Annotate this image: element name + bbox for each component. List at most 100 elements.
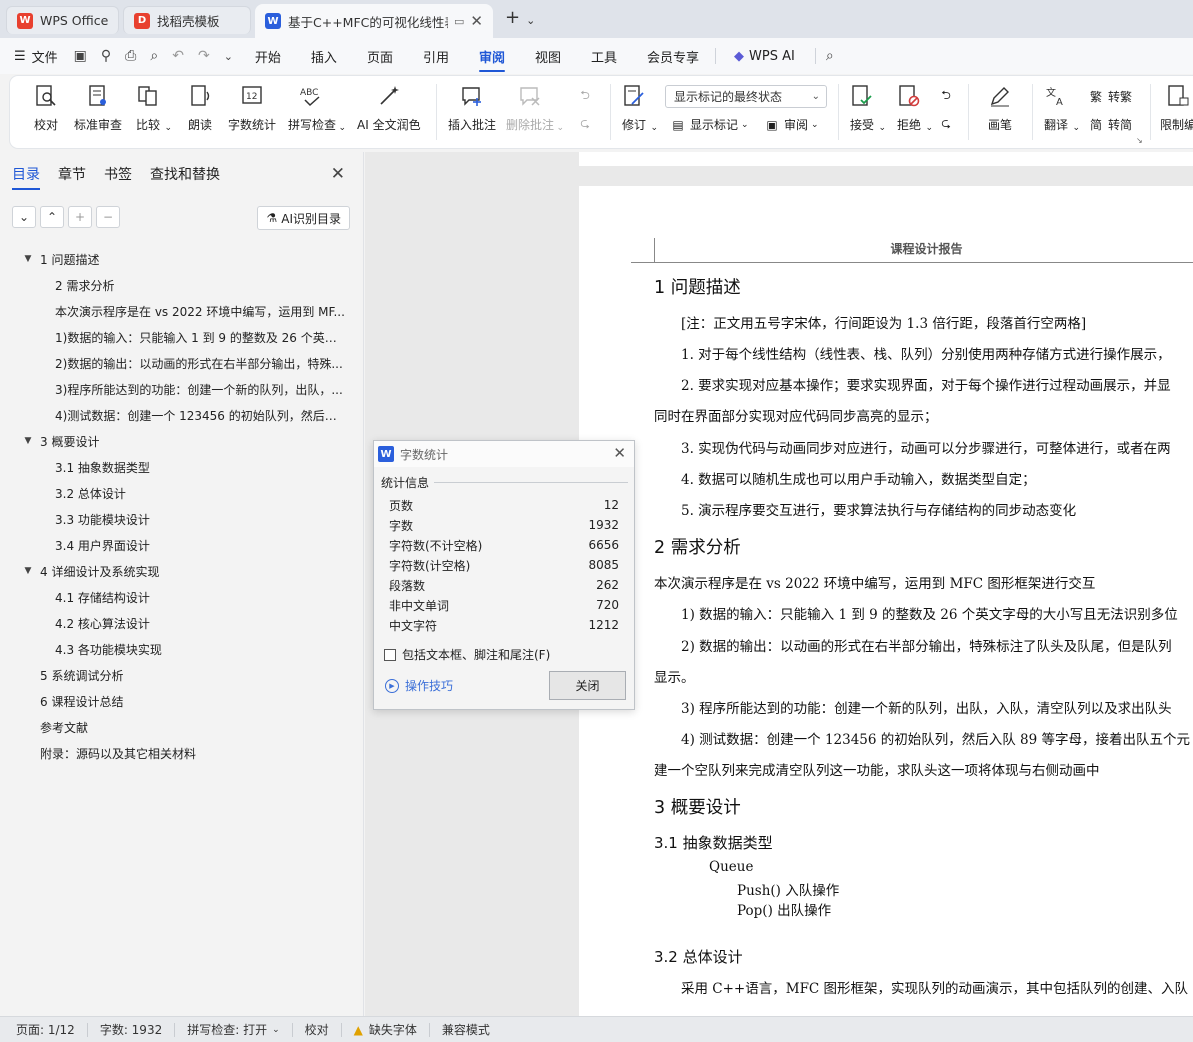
close-button[interactable]: 关闭 [549, 671, 626, 700]
dialog-titlebar[interactable]: W 字数统计 ✕ [374, 441, 634, 467]
print-preview-icon[interactable]: ⌕ [150, 48, 158, 64]
doc-line: 2. 要求实现对应基本操作；要求实现界面，对于每个操作进行过程动画展示，并显 [681, 378, 1171, 394]
toc-item[interactable]: ▼ 4 详细设计及系统实现 [0, 558, 364, 584]
ai-toc-button[interactable]: ⚗ AI识别目录 [257, 206, 350, 230]
to-simplified-button[interactable]: 简转简 [1088, 116, 1132, 133]
save-icon[interactable]: ▣ [74, 48, 87, 64]
checkbox-box[interactable] [384, 648, 396, 661]
translate-button[interactable]: 文A 翻译 ⌄ [1042, 82, 1080, 133]
ai-polish-button[interactable]: AI 全文润色 [357, 82, 421, 133]
toc-item[interactable]: 3)程序所能达到的功能：创建一个新的队列，出队，... [0, 376, 364, 402]
close-tab-icon[interactable]: ✕ [464, 12, 483, 30]
chevron-down-icon[interactable]: ⌄ [526, 14, 535, 27]
toc-item[interactable]: 3.2 总体设计 [0, 480, 364, 506]
tab-document[interactable]: W 基于C++MFC的可视化线性表 ▭ ✕ [255, 4, 493, 38]
collapse-triangle-icon[interactable]: ▼ [22, 436, 34, 446]
toc-item[interactable]: 4.1 存储结构设计 [0, 584, 364, 610]
menu-wps-ai[interactable]: ◆ WPS AI [734, 38, 795, 74]
review-pane-button[interactable]: ▣ 审阅 ⌄ [764, 116, 818, 133]
expand-up-button[interactable]: ⌃ [40, 206, 64, 228]
review-ribbon: 校对 标准审查 比较 ⌄ 朗读 12 字数统计 ABC 拼写检查 ⌄ AI 全文润色… [10, 76, 1193, 148]
restrict-edit-button[interactable]: 限制编 [1160, 82, 1193, 133]
include-textbox-checkbox[interactable]: 包括文本框、脚注和尾注(F) [384, 646, 550, 663]
toc-item[interactable]: 3.3 功能模块设计 [0, 506, 364, 532]
toc-item[interactable]: 附录：源码以及其它相关材料 [0, 740, 364, 766]
document-page[interactable]: 课程设计报告 1 问题描述 [注：正文用五号字宋体，行间距设为 1.3 倍行距，段… [579, 186, 1193, 1016]
next-comment-button[interactable]: ⮎ [577, 116, 597, 132]
insert-comment-button[interactable]: 插入批注 [448, 82, 496, 133]
compare-button[interactable]: 比较 ⌄ [134, 82, 172, 133]
prev-change-button[interactable]: ⮌ [938, 88, 958, 104]
pen-button[interactable]: 画笔 [986, 82, 1014, 133]
toc-item[interactable]: 4)测试数据：创建一个 123456 的初始队列，然后入... [0, 402, 364, 428]
status-separator [86, 1022, 88, 1037]
toc-item[interactable]: 参考文献 [0, 714, 364, 740]
word-count-button[interactable]: 12 字数统计 [228, 82, 276, 133]
ribbon-expand-icon[interactable]: ↘ [1136, 136, 1143, 145]
spell-check-button[interactable]: ABC 拼写检查 ⌄ [288, 82, 346, 133]
collapse-triangle-icon[interactable]: ▼ [22, 254, 34, 264]
menu-view[interactable]: 视图 [535, 38, 561, 74]
menu-reference[interactable]: 引用 [423, 38, 449, 74]
proofread-button[interactable]: 校对 [32, 82, 60, 133]
toc-item[interactable]: 5 系统调试分析 [0, 662, 364, 688]
nav-tab-toc[interactable]: 目录 [12, 164, 40, 190]
menu-insert[interactable]: 插入 [311, 38, 337, 74]
collapse-all-button[interactable]: ⌄ [12, 206, 36, 228]
share-icon[interactable]: ⚲ [101, 48, 111, 64]
review-pane-icon: ▣ [766, 117, 778, 132]
menu-review[interactable]: 审阅 [478, 38, 505, 74]
close-icon[interactable]: ✕ [613, 444, 626, 462]
toc-item[interactable]: ▼ 1 问题描述 [0, 246, 364, 272]
toc-item[interactable]: 3.4 用户界面设计 [0, 532, 364, 558]
collapse-triangle-icon[interactable]: ▼ [22, 566, 34, 576]
reject-button[interactable]: 拒绝 ⌄ [895, 82, 933, 133]
menu-file[interactable]: ☰ 文件 [14, 38, 58, 74]
more-icon[interactable]: ⌄ [224, 50, 233, 63]
toc-item[interactable]: 3.1 抽象数据类型 [0, 454, 364, 480]
toc-item[interactable]: 2 需求分析 [0, 272, 364, 298]
to-traditional-button[interactable]: 繁转繁 [1088, 88, 1132, 105]
revise-button[interactable]: 修订 ⌄ [620, 82, 658, 133]
menu-page[interactable]: 页面 [367, 38, 393, 74]
tips-link[interactable]: ▶ 操作技巧 [385, 677, 453, 694]
toc-item[interactable]: 本次演示程序是在 vs 2022 环境中编写，运用到 MF... [0, 298, 364, 324]
nav-tab-bookmark[interactable]: 书签 [104, 164, 132, 190]
search-icon[interactable]: ⌕ [826, 48, 834, 64]
toc-item[interactable]: 4.3 各功能模块实现 [0, 636, 364, 662]
add-heading-button[interactable]: + [68, 206, 92, 228]
print-icon[interactable]: ⎙ [125, 48, 136, 64]
status-page[interactable]: 页面: 1/12 [16, 1021, 75, 1038]
accept-button[interactable]: 接受 ⌄ [848, 82, 886, 133]
remove-heading-button[interactable]: − [96, 206, 120, 228]
menu-start[interactable]: 开始 [255, 38, 281, 74]
toc-item[interactable]: 1)数据的输入：只能输入 1 到 9 的整数及 26 个英文... [0, 324, 364, 350]
menu-member[interactable]: 会员专享 [647, 38, 699, 74]
redo-icon[interactable]: ↷ [198, 48, 210, 64]
toc-item[interactable]: 6 课程设计总结 [0, 688, 364, 714]
accept-icon [848, 82, 876, 110]
toc-item[interactable]: ▼ 3 概要设计 [0, 428, 364, 454]
tab-wps-office[interactable]: W WPS Office [6, 6, 119, 34]
toc-item[interactable]: 4.2 核心算法设计 [0, 610, 364, 636]
show-markup-button[interactable]: ▤ 显示标记 ⌄ [670, 116, 748, 133]
nav-tab-find-replace[interactable]: 查找和替换 [150, 164, 220, 190]
menu-tools[interactable]: 工具 [591, 38, 617, 74]
close-pane-icon[interactable]: ✕ [331, 164, 345, 184]
standard-review-button[interactable]: 标准审查 [74, 82, 122, 133]
undo-icon[interactable]: ↶ [172, 48, 184, 64]
toc-item[interactable]: 2)数据的输出：以动画的形式在右半部分输出，特殊... [0, 350, 364, 376]
delete-comment-button[interactable]: 删除批注 ⌄ [506, 82, 564, 133]
status-missing-font[interactable]: ▲ 缺失字体 [354, 1021, 417, 1038]
tab-template[interactable]: D 找稻壳模板 [123, 6, 251, 34]
prev-comment-button[interactable]: ⮌ [577, 88, 597, 104]
markup-mode-select[interactable]: 显示标记的最终状态 ⌄ [665, 85, 827, 108]
monitor-icon[interactable]: ▭ [454, 15, 464, 28]
new-tab-icon[interactable]: + [505, 7, 520, 28]
status-words[interactable]: 字数: 1932 [100, 1021, 162, 1038]
nav-tab-chapter[interactable]: 章节 [58, 164, 86, 190]
status-proof[interactable]: 校对 [305, 1021, 329, 1038]
status-spell[interactable]: 拼写检查: 打开 ⌄ [187, 1021, 279, 1038]
read-aloud-button[interactable]: 朗读 [186, 82, 214, 133]
next-change-button[interactable]: ⮎ [938, 116, 958, 132]
